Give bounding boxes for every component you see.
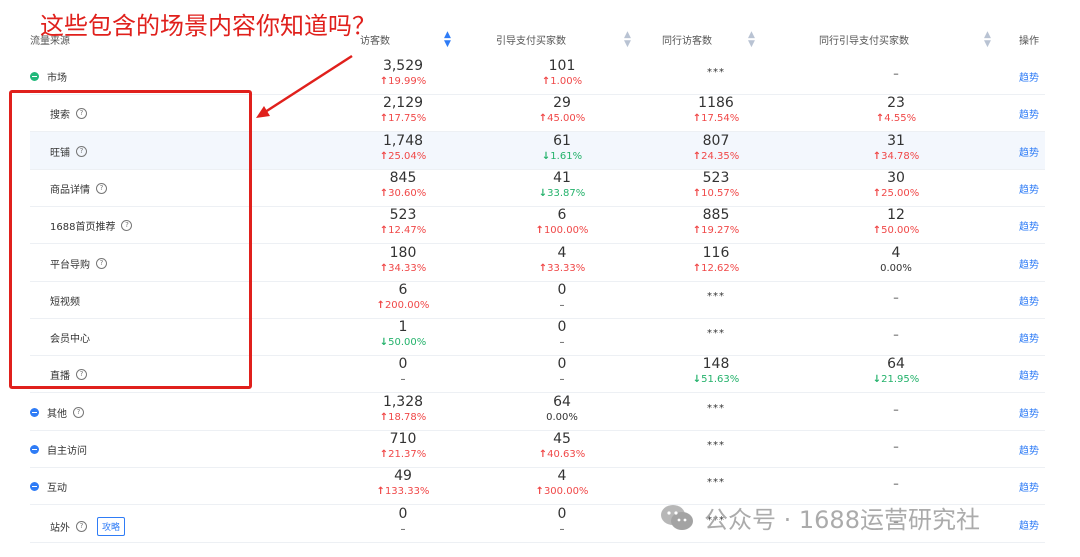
wechat-icon [661,504,693,530]
watermark: 公众号 · 1688运营研究社 [660,500,980,535]
watermark-text: 公众号 · 1688运营研究社 [704,506,980,534]
annotation-title: 这些包含的场景内容你知道吗？ [40,12,376,40]
annotation-arrow [256,54,353,118]
